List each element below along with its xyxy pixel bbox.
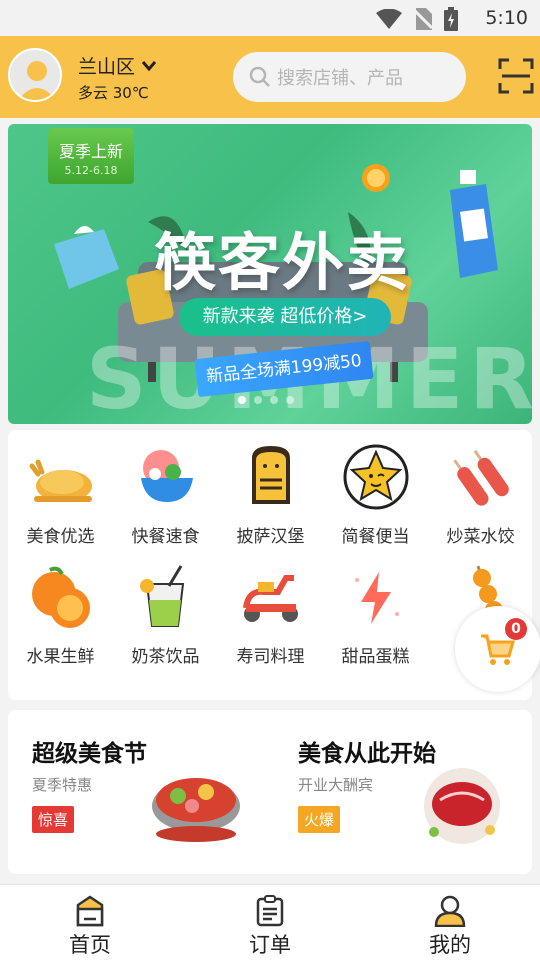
search-placeholder: 搜索店铺、产品 — [277, 68, 403, 89]
steak-illustration — [424, 768, 500, 844]
tab-label: 首页 — [69, 933, 111, 957]
category-item[interactable]: 简餐便当 — [323, 430, 428, 550]
orange-slice-icon — [362, 164, 390, 192]
promo-subtitle: 开业大酬宾 — [298, 776, 374, 794]
tissue-box-icon — [54, 225, 119, 289]
category-label: 水果生鲜 — [26, 647, 95, 667]
scan-icon[interactable] — [498, 58, 534, 94]
scooter-icon — [243, 575, 298, 622]
star-face-icon — [343, 444, 409, 510]
cart-button[interactable]: 0 — [455, 606, 540, 692]
category-item[interactable]: 披萨汉堡 — [218, 430, 323, 550]
category-item[interactable]: 炒菜水饺 — [428, 430, 533, 550]
tab-label: 订单 — [249, 933, 291, 957]
drink-icon — [140, 565, 185, 627]
category-label: 炒菜水饺 — [446, 527, 515, 547]
promo-card[interactable]: 美食从此开始 开业大酬宾 火爆 — [274, 710, 536, 874]
promo-badge: 惊喜 — [32, 806, 75, 833]
category-label: 快餐速食 — [131, 527, 200, 547]
cart-count-badge: 0 — [505, 618, 527, 640]
wifi-icon — [376, 9, 402, 29]
bottom-tab-bar: 首页 订单 我的 — [0, 884, 540, 960]
battery-icon — [444, 7, 458, 31]
carousel-indicator — [238, 396, 294, 404]
category-label: 奶茶饮品 — [131, 647, 200, 667]
promo-badge: 火爆 — [298, 806, 341, 833]
clock: 5:10 — [485, 7, 528, 29]
avatar[interactable] — [8, 48, 62, 102]
season-tag-title: 夏季上新 — [58, 142, 123, 161]
banner-cta-button[interactable]: 新款来袭 超低价格> — [179, 298, 391, 336]
category-item[interactable]: 甜品蛋糕 — [323, 550, 428, 670]
season-tag: 夏季上新 5.12-6.18 — [48, 128, 134, 184]
category-grid: 美食优选 快餐速食 披萨汉堡 简餐便当 炒菜水饺 水果生鲜 奶茶饮品 寿司料理 … — [8, 430, 532, 700]
carousel-dot[interactable] — [270, 396, 278, 404]
tab-orders[interactable]: 订单 — [180, 885, 360, 960]
search-input[interactable]: 搜索店铺、产品 — [233, 52, 466, 102]
category-item[interactable]: 寿司料理 — [218, 550, 323, 670]
category-label: 甜品蛋糕 — [341, 647, 410, 667]
sausage-skewer-icon — [453, 449, 509, 506]
lightning-icon — [355, 572, 399, 624]
promo-banner[interactable]: 夏季上新 5.12-6.18 SUMMER 筷客外卖 新款来袭 超低价格> 新品… — [8, 124, 532, 424]
promo-title: 美食从此开始 — [298, 741, 436, 767]
status-icons — [376, 7, 458, 31]
weather-text: 多云 30℃ — [78, 84, 149, 102]
carousel-dot[interactable] — [286, 396, 294, 404]
banner-title: 筷客外卖 — [154, 226, 411, 299]
tab-home[interactable]: 首页 — [0, 885, 180, 960]
promo-section: 超级美食节 夏季特惠 惊喜 美食从此开始 开业大酬宾 火爆 — [8, 710, 532, 874]
category-item[interactable]: 美食优选 — [8, 430, 113, 550]
top-header: 兰山区 多云 30℃ 搜索店铺、产品 — [0, 36, 540, 118]
salad-bowl-icon — [141, 450, 193, 502]
category-item[interactable]: 快餐速食 — [113, 430, 218, 550]
promo-subtitle: 夏季特惠 — [32, 776, 93, 794]
orange-icon — [32, 566, 90, 628]
season-tag-dates: 5.12-6.18 — [64, 164, 118, 177]
no-sim-icon — [414, 8, 432, 30]
category-label: 简餐便当 — [341, 527, 410, 547]
profile-icon — [434, 895, 466, 927]
detergent-bottle-icon — [450, 170, 498, 278]
category-label: 披萨汉堡 — [236, 527, 305, 547]
location-label: 兰山区 — [78, 56, 136, 78]
search-icon — [249, 66, 270, 87]
tab-profile[interactable]: 我的 — [360, 885, 540, 960]
promo-card[interactable]: 超级美食节 夏季特惠 惊喜 — [8, 710, 270, 874]
category-item[interactable]: 奶茶饮品 — [113, 550, 218, 670]
category-label: 寿司料理 — [236, 647, 305, 667]
home-icon — [76, 895, 104, 927]
orders-icon — [256, 895, 284, 927]
tab-label: 我的 — [429, 933, 471, 957]
status-bar: 5:10 — [0, 0, 540, 36]
toast-icon — [252, 446, 290, 504]
hotpot-illustration — [152, 778, 240, 842]
promo-title: 超级美食节 — [32, 741, 147, 767]
carousel-dot[interactable] — [238, 396, 246, 404]
carousel-dot[interactable] — [254, 396, 262, 404]
location-selector[interactable]: 兰山区 — [78, 52, 157, 79]
category-item[interactable]: 水果生鲜 — [8, 550, 113, 670]
roast-chicken-icon — [29, 459, 92, 502]
chevron-down-icon — [141, 60, 157, 71]
category-label: 美食优选 — [26, 527, 95, 547]
user-avatar-icon — [18, 61, 56, 100]
